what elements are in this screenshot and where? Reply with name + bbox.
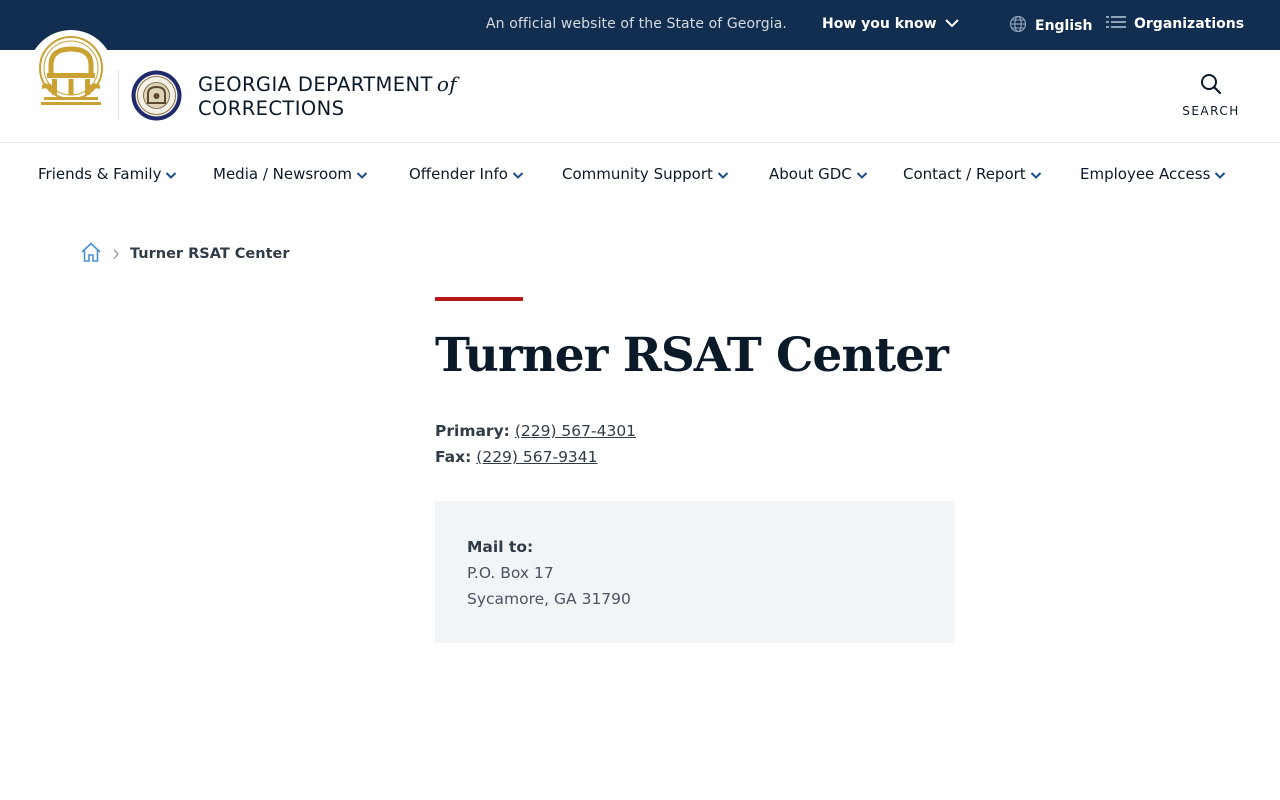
mail-label: Mail to: bbox=[467, 538, 534, 556]
brand-line-2: CORRECTIONS bbox=[198, 97, 345, 120]
contact-info: Primary: (229) 567-4301 Fax: (229) 567-9… bbox=[435, 418, 636, 470]
official-banner: An official website of the State of Geor… bbox=[0, 0, 1280, 50]
gdc-seal-logo bbox=[131, 70, 182, 121]
mailing-address-card: Mail to: P.O. Box 17 Sycamore, GA 31790 bbox=[435, 501, 955, 643]
agency-name[interactable]: GEORGIA DEPARTMENT of CORRECTIONS bbox=[198, 72, 457, 121]
brand-line-1: GEORGIA DEPARTMENT bbox=[198, 73, 433, 96]
header-divider bbox=[118, 70, 119, 120]
chevron-right-icon bbox=[112, 245, 120, 264]
breadcrumb-current: Turner RSAT Center bbox=[130, 246, 290, 262]
georgia-state-seal-link[interactable] bbox=[28, 30, 114, 116]
nav-label: About GDC bbox=[769, 165, 852, 183]
nav-label: Media / Newsroom bbox=[213, 165, 352, 183]
primary-phone-row: Primary: (229) 567-4301 bbox=[435, 418, 636, 444]
chevron-down-icon bbox=[717, 172, 729, 179]
brand-of: of bbox=[436, 72, 458, 96]
nav-employee-access[interactable]: Employee Access bbox=[1080, 165, 1226, 183]
chevron-down-icon bbox=[356, 172, 368, 179]
nav-label: Employee Access bbox=[1080, 165, 1211, 183]
organizations-menu[interactable]: Organizations bbox=[1106, 15, 1244, 33]
nav-friends-family[interactable]: Friends & Family bbox=[38, 165, 177, 183]
how-you-know-toggle[interactable]: How you know bbox=[822, 16, 959, 32]
chevron-down-icon bbox=[166, 172, 177, 179]
chevron-down-icon bbox=[1030, 172, 1041, 179]
chevron-down-icon bbox=[512, 172, 524, 179]
search-label: SEARCH bbox=[1182, 104, 1240, 118]
language-label: English bbox=[1035, 18, 1093, 34]
mail-line-2: Sycamore, GA 31790 bbox=[467, 590, 631, 608]
primary-label: Primary: bbox=[435, 422, 510, 440]
chevron-down-icon bbox=[856, 172, 867, 179]
official-site-text: An official website of the State of Geor… bbox=[486, 16, 787, 32]
fax-row: Fax: (229) 567-9341 bbox=[435, 444, 636, 470]
nav-media-newsroom[interactable]: Media / Newsroom bbox=[213, 165, 368, 183]
primary-phone-link[interactable]: (229) 567-4301 bbox=[515, 422, 636, 440]
nav-about-gdc[interactable]: About GDC bbox=[769, 165, 868, 183]
title-accent-bar bbox=[435, 297, 523, 301]
georgia-arch-logo bbox=[39, 36, 103, 105]
chevron-down-icon bbox=[1215, 172, 1226, 179]
search-button[interactable]: SEARCH bbox=[1176, 72, 1246, 122]
how-you-know-label: How you know bbox=[822, 16, 937, 32]
fax-phone-link[interactable]: (229) 567-9341 bbox=[476, 448, 597, 466]
main-navigation: Friends & Family Media / Newsroom Offend… bbox=[0, 143, 1280, 205]
mail-line-1: P.O. Box 17 bbox=[467, 564, 554, 582]
organizations-label: Organizations bbox=[1134, 16, 1245, 32]
chevron-down-icon bbox=[944, 16, 959, 32]
nav-offender-info[interactable]: Offender Info bbox=[409, 165, 524, 183]
nav-contact-report[interactable]: Contact / Report bbox=[903, 165, 1042, 183]
page-title: Turner RSAT Center bbox=[435, 328, 949, 383]
globe-icon bbox=[1009, 15, 1027, 37]
breadcrumb: Turner RSAT Center bbox=[80, 241, 290, 267]
home-icon[interactable] bbox=[80, 241, 102, 267]
nav-label: Community Support bbox=[562, 165, 713, 183]
list-icon bbox=[1106, 15, 1126, 33]
site-header: GEORGIA DEPARTMENT of CORRECTIONS SEARCH bbox=[0, 30, 1280, 143]
search-icon bbox=[1199, 72, 1223, 100]
nav-label: Friends & Family bbox=[38, 165, 162, 183]
language-selector[interactable]: English bbox=[1009, 15, 1092, 37]
nav-community-support[interactable]: Community Support bbox=[562, 165, 729, 183]
fax-label: Fax: bbox=[435, 448, 472, 466]
nav-label: Offender Info bbox=[409, 165, 508, 183]
nav-label: Contact / Report bbox=[903, 165, 1026, 183]
